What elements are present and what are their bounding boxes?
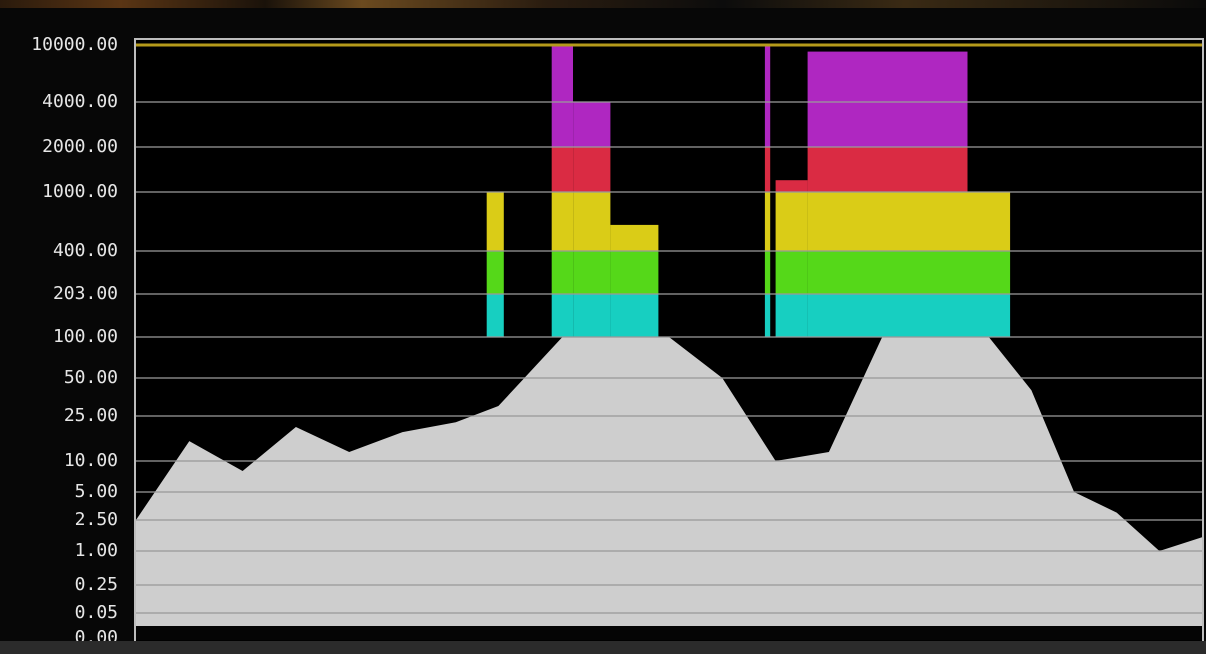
y-tick-label: 25.00 [63, 405, 118, 426]
hdr-band-segment [764, 294, 771, 337]
y-tick-label: 0.25 [74, 574, 118, 595]
hdr-band-segment [551, 45, 573, 147]
y-tick-label: 2.50 [74, 509, 118, 530]
hdr-band-segment [775, 294, 808, 337]
hdr-band-segment [551, 192, 573, 251]
y-tick-label: 1000.00 [42, 181, 118, 202]
hdr-band-segment [807, 147, 968, 192]
black-floor [136, 626, 1202, 640]
hdr-band-segment [967, 192, 1011, 251]
waveform-scope-window: 10000.00 4000.00 2000.00 1000.00 400.00 203.0… [0, 0, 1206, 654]
hdr-band-segment [610, 224, 659, 251]
hdr-band-segment [764, 45, 771, 147]
hdr-band-segment [573, 294, 611, 337]
hdr-band-segment [551, 294, 573, 337]
hdr-band-segment [807, 192, 968, 251]
y-tick-label: 100.00 [52, 326, 118, 347]
hdr-band-segment [573, 147, 611, 192]
hdr-band-segment [486, 192, 504, 251]
hdr-band-segment [551, 147, 573, 192]
bottom-bar [0, 641, 1206, 654]
y-tick-label: 2000.00 [42, 136, 118, 157]
y-tick-label: 4000.00 [42, 91, 118, 112]
hdr-band-segment [573, 192, 611, 251]
y-tick-label: 5.00 [74, 481, 118, 502]
y-tick-label: 0.05 [74, 602, 118, 623]
sdr-luminance-fill [136, 337, 1202, 638]
hdr-band-segment [610, 294, 659, 337]
hdr-band-segment [967, 294, 1011, 337]
hdr-band-segment [807, 294, 968, 337]
hdr-band-segment [610, 251, 659, 294]
y-tick-label: 203.00 [52, 283, 118, 304]
hdr-band-segment [573, 251, 611, 294]
hdr-band-segment [764, 251, 771, 294]
hdr-band-segment [764, 192, 771, 251]
hdr-band-segment [764, 147, 771, 192]
hdr-band-segment [807, 251, 968, 294]
hdr-band-segment [573, 102, 611, 147]
y-tick-label: 10000.00 [31, 34, 118, 55]
hdr-band-segment [775, 180, 808, 192]
y-tick-label: 50.00 [63, 367, 118, 388]
sdr-luminance-area [136, 337, 1202, 638]
y-tick-label: 10.00 [63, 450, 118, 471]
waveform-chart [136, 43, 1202, 640]
hdr-band-segment [486, 251, 504, 294]
hdr-band-segment [807, 51, 968, 147]
hdr-band-segment [486, 294, 504, 337]
y-tick-label: 400.00 [52, 240, 118, 261]
hdr-band-segment [775, 251, 808, 294]
y-tick-label: 1.00 [74, 540, 118, 561]
black-floor-band [136, 626, 1202, 640]
hdr-band-segment [967, 251, 1011, 294]
hdr-band-segment [775, 192, 808, 251]
hdr-band-segment [551, 251, 573, 294]
